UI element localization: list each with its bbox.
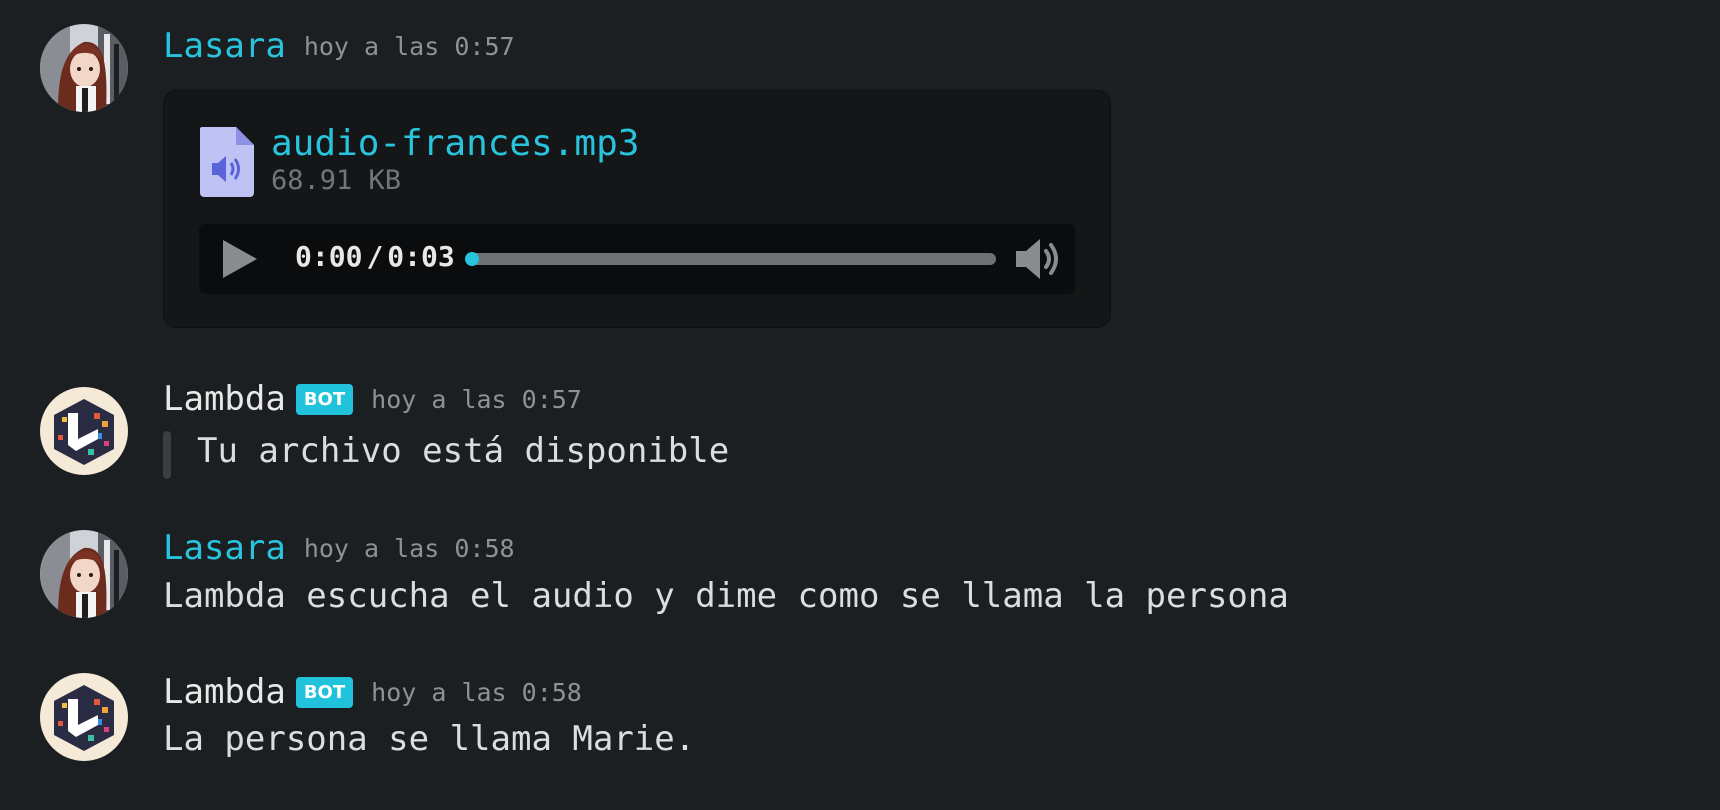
file-name-link[interactable]: audio-frances.mp3 bbox=[271, 123, 639, 164]
message-header: Lambda BOT hoy a las 0:58 bbox=[163, 670, 582, 714]
file-size: 68.91 KB bbox=[271, 165, 402, 196]
audio-file-icon bbox=[200, 127, 254, 197]
progress-handle[interactable] bbox=[465, 252, 479, 266]
message-header: Lasara hoy a las 0:57 bbox=[163, 24, 515, 68]
author-name[interactable]: Lasara bbox=[163, 26, 286, 66]
current-time: 0:00 bbox=[295, 240, 363, 273]
play-icon[interactable] bbox=[219, 238, 259, 280]
message-text: Tu archivo está disponible bbox=[197, 431, 730, 471]
message-lambda-1: Lambda BOT hoy a las 0:57 Tu archivo est… bbox=[0, 370, 1720, 490]
author-name[interactable]: Lasara bbox=[163, 528, 286, 568]
avatar-lasara[interactable] bbox=[40, 530, 128, 618]
avatar-lambda[interactable] bbox=[40, 387, 128, 475]
timestamp: hoy a las 0:57 bbox=[371, 384, 582, 414]
author-name[interactable]: Lambda bbox=[163, 672, 286, 712]
message-text: La persona se llama Marie. bbox=[163, 719, 696, 759]
message-lasara-attachment: Lasara hoy a las 0:57 audio-frances.mp3 … bbox=[0, 0, 1720, 340]
progress-bar[interactable] bbox=[465, 252, 996, 266]
audio-attachment: audio-frances.mp3 68.91 KB 0:00/0:03 bbox=[163, 90, 1111, 328]
bot-badge: BOT bbox=[295, 676, 354, 708]
timestamp: hoy a las 0:57 bbox=[303, 31, 515, 61]
volume-icon[interactable] bbox=[1014, 236, 1062, 282]
time-separator: / bbox=[366, 240, 384, 273]
timestamp: hoy a las 0:58 bbox=[303, 533, 515, 563]
message-text: Lambda escucha el audio y dime como se l… bbox=[163, 576, 1289, 616]
duration: 0:03 bbox=[387, 240, 455, 273]
author-name[interactable]: Lambda bbox=[163, 379, 286, 419]
quote-bar bbox=[163, 431, 171, 479]
avatar-lasara[interactable] bbox=[40, 24, 128, 112]
timestamp: hoy a las 0:58 bbox=[371, 677, 582, 707]
bot-badge: BOT bbox=[295, 383, 354, 415]
message-header: Lasara hoy a las 0:58 bbox=[163, 526, 515, 570]
message-lambda-2: Lambda BOT hoy a las 0:58 La persona se … bbox=[0, 663, 1720, 783]
chat-message-list: Lasara hoy a las 0:57 audio-frances.mp3 … bbox=[0, 0, 1720, 810]
message-header: Lambda BOT hoy a las 0:57 bbox=[163, 377, 582, 421]
audio-player: 0:00/0:03 bbox=[199, 224, 1075, 294]
avatar-lambda[interactable] bbox=[40, 673, 128, 761]
message-lasara-text: Lasara hoy a las 0:58 Lambda escucha el … bbox=[0, 520, 1720, 640]
time-display: 0:00/0:03 bbox=[295, 240, 455, 273]
